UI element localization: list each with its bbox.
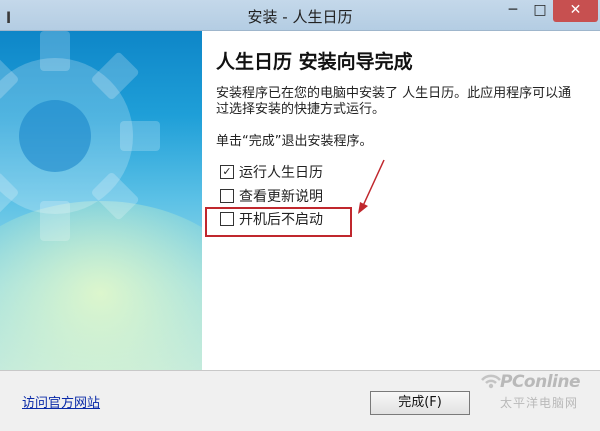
- view-release-notes-checkbox[interactable]: 查看更新说明: [220, 187, 323, 205]
- close-button[interactable]: ✕: [553, 0, 598, 22]
- finish-hint: 单击“完成”退出安装程序。: [216, 134, 373, 149]
- title-bar: ꞁ 安装 - 人生日历 ─ □ ✕: [0, 0, 600, 31]
- checkbox-checked-icon: ✓: [220, 165, 234, 179]
- finish-button[interactable]: 完成(F): [370, 391, 470, 415]
- watermark-subtitle: 太平洋电脑网: [500, 396, 579, 410]
- page-title: 人生日历 安装向导完成: [216, 51, 413, 73]
- checkbox-label: 查看更新说明: [239, 189, 323, 205]
- wizard-banner-image: [0, 31, 202, 370]
- checkbox-label: 开机后不启动: [239, 212, 323, 228]
- watermark-brand: PConline: [500, 372, 581, 392]
- install-description: 安装程序已在您的电脑中安装了 人生日历。此应用程序可以通过选择安装的快捷方式运行…: [216, 86, 572, 117]
- wizard-content: 人生日历 安装向导完成 安装程序已在您的电脑中安装了 人生日历。此应用程序可以通…: [202, 31, 600, 370]
- checkbox-unchecked-icon: [220, 189, 234, 203]
- maximize-button[interactable]: □: [527, 0, 553, 22]
- annotation-arrow-icon: [358, 159, 385, 214]
- disable-autostart-checkbox[interactable]: 开机后不启动: [220, 210, 323, 228]
- checkbox-label: 运行人生日历: [239, 165, 323, 181]
- official-website-link[interactable]: 访问官方网站: [22, 392, 100, 411]
- watermark: PConline 太平洋电脑网: [478, 364, 596, 414]
- gear-icon: [0, 31, 160, 241]
- run-app-checkbox[interactable]: ✓ 运行人生日历: [220, 163, 323, 181]
- minimize-button[interactable]: ─: [500, 0, 526, 22]
- checkbox-unchecked-icon: [220, 212, 234, 226]
